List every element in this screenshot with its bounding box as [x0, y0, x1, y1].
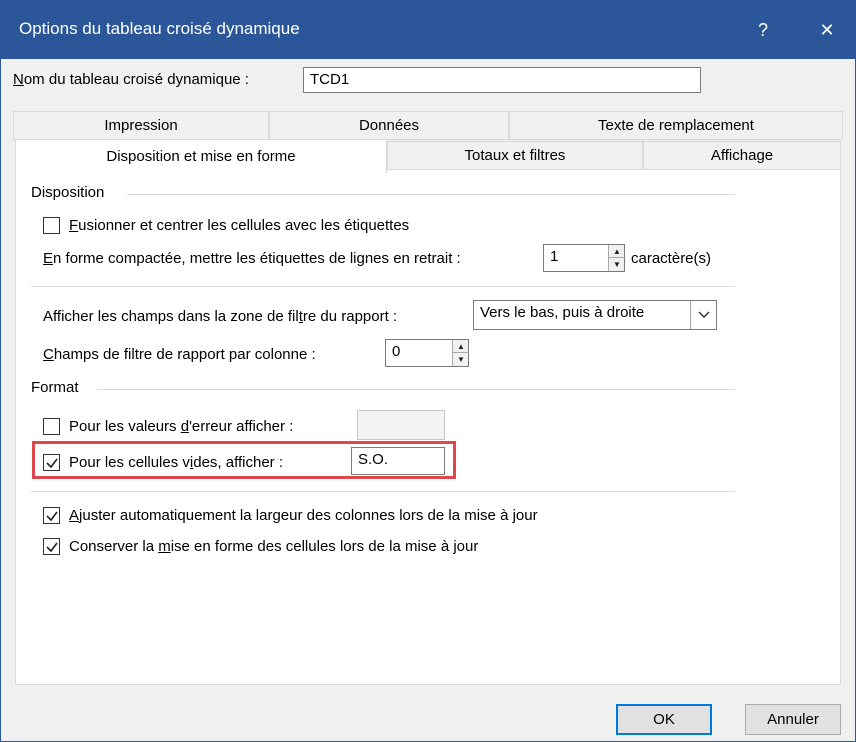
help-icon: ? [757, 19, 768, 40]
ok-button[interactable]: OK [616, 704, 712, 735]
spin-up-icon[interactable]: ▲ [609, 245, 625, 258]
error-values-checkbox[interactable] [43, 418, 60, 435]
checkmark-icon [46, 542, 58, 553]
disposition-group-title: Disposition [31, 184, 105, 201]
help-button[interactable]: ? [735, 1, 791, 59]
spin-up-icon[interactable]: ▲ [453, 340, 469, 353]
cancel-button[interactable]: Annuler [745, 704, 841, 735]
filter-area-label: Afficher les champs dans la zone de filr… [43, 308, 398, 325]
merge-cells-label: Fusionner et centrer les cellules avec l… [69, 217, 410, 234]
filter-per-column-label: Champs de filtre de rapport par colonne … [43, 346, 316, 363]
title-bar: Options du tableau croisé dynamique ? ✕ [1, 1, 855, 59]
indent-spinbox[interactable]: 1 ▲ ▼ [543, 244, 625, 272]
divider [31, 491, 735, 492]
empty-cells-label: Pour les cellules vides, afficher : [69, 454, 284, 471]
filter-area-value: Vers le bas, puis à droite [480, 304, 645, 321]
checkmark-icon [46, 511, 58, 522]
tab-donnees[interactable]: Données [269, 111, 509, 140]
tab-affichage[interactable]: Affichage [643, 141, 841, 170]
autofit-checkbox[interactable] [43, 507, 60, 524]
format-group-title: Format [31, 379, 79, 396]
autofit-label: Ajuster automatiquement la largeur des c… [69, 507, 538, 524]
empty-cells-input[interactable]: S.O. [351, 447, 445, 475]
indent-label: En forme compactée, mettre les étiquette… [43, 250, 461, 267]
preserve-format-label: Conserver la mise en forme des cellules … [69, 538, 479, 555]
pivot-name-input[interactable]: TCD1 [303, 67, 701, 93]
error-values-label: Pour les valeurs d'erreur afficher : [69, 418, 294, 435]
tab-impression[interactable]: Impression [13, 111, 269, 140]
close-icon: ✕ [819, 19, 835, 40]
dialog-window: Options du tableau croisé dynamique ? ✕ … [0, 0, 856, 742]
spin-down-icon[interactable]: ▼ [609, 258, 625, 271]
divider [31, 286, 735, 287]
merge-cells-checkbox[interactable] [43, 217, 60, 234]
chevron-down-icon[interactable] [690, 301, 716, 329]
filter-per-column-spinbox[interactable]: 0 ▲ ▼ [385, 339, 469, 367]
empty-cells-checkbox[interactable] [43, 454, 60, 471]
tab-disposition[interactable]: Disposition et mise en forme [15, 139, 387, 173]
indent-value: 1 [550, 248, 559, 265]
group-divider [97, 389, 735, 390]
pivot-name-label: Nom du tableau croisé dynamique : [13, 71, 249, 88]
indent-spinner[interactable]: ▲ ▼ [608, 245, 625, 271]
tab-totaux-filtres[interactable]: Totaux et filtres [387, 141, 643, 170]
filter-area-select[interactable]: Vers le bas, puis à droite [473, 300, 717, 330]
filter-per-column-value: 0 [392, 343, 401, 360]
tab-texte-remplacement[interactable]: Texte de remplacement [509, 111, 843, 140]
spin-down-icon[interactable]: ▼ [453, 353, 469, 366]
indent-unit-label: caractère(s) [631, 250, 712, 267]
filter-per-column-spinner[interactable]: ▲ ▼ [452, 340, 469, 366]
close-button[interactable]: ✕ [799, 1, 855, 59]
checkmark-icon [46, 458, 58, 469]
dialog-title: Options du tableau croisé dynamique [19, 19, 300, 38]
group-divider [127, 194, 735, 195]
preserve-format-checkbox[interactable] [43, 538, 60, 555]
error-values-input[interactable] [357, 410, 445, 440]
